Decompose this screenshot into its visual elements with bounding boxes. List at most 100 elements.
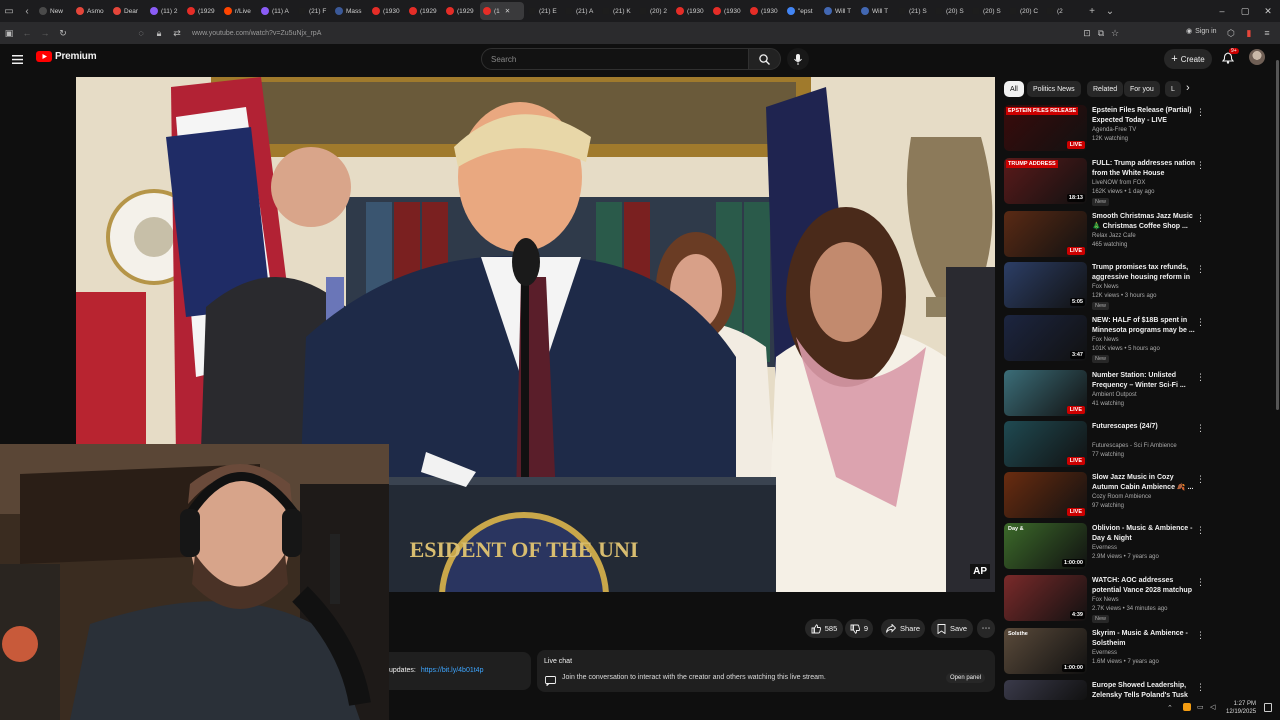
recommendation-item[interactable]: Day & 1:00:00 Oblivion - Music & Ambience … [1004, 523, 1209, 571]
browser-tab[interactable]: (1929 [184, 2, 220, 20]
recommendation-title[interactable]: NEW: HALF of $18B spent in Minnesota pro… [1092, 316, 1196, 336]
browser-tab[interactable]: (1930 [747, 2, 783, 20]
back-icon[interactable]: ← [18, 22, 36, 44]
browser-tab[interactable]: (11) A [258, 2, 294, 20]
search-input[interactable]: Search [481, 48, 749, 70]
like-button[interactable]: 585 [805, 619, 843, 638]
filter-chip[interactable]: Related [1087, 81, 1124, 97]
browser-tab[interactable]: Dear [110, 2, 146, 20]
browser-tab[interactable]: (1929 [443, 2, 479, 20]
browser-tab[interactable]: (20) S [969, 2, 1005, 20]
url-field[interactable]: www.youtube.com/watch?v=Zu5uNjx_rpA [192, 30, 321, 37]
more-options-icon[interactable]: ⋮ [1196, 372, 1205, 383]
recommendation-title[interactable]: Number Station: Unlisted Frequency – Win… [1092, 371, 1196, 391]
filter-chip[interactable]: L [1165, 81, 1181, 97]
browser-tab[interactable]: (1930 [710, 2, 746, 20]
browser-menu-icon[interactable]: ≡ [1258, 22, 1276, 44]
filter-chip[interactable]: All [1004, 81, 1024, 97]
recommendation-title[interactable]: Skyrim - Music & Ambience - Solstheim [1092, 629, 1196, 649]
channel-name[interactable]: Fox News [1092, 337, 1119, 343]
tab-list-icon[interactable]: ⌄ [1101, 0, 1119, 22]
video-thumbnail[interactable]: Solsthe 1:00:00 [1004, 628, 1087, 674]
video-thumbnail[interactable]: Day & 1:00:00 [1004, 523, 1087, 569]
filter-chip[interactable]: Politics News [1027, 81, 1081, 97]
more-options-icon[interactable]: ⋮ [1196, 423, 1205, 434]
recommendation-title[interactable]: WATCH: AOC addresses potential Vance 202… [1092, 576, 1196, 596]
recommendation-title[interactable]: Oblivion - Music & Ambience - Day & Nigh… [1092, 524, 1196, 544]
recommendation-item[interactable]: 5:05 Trump promises tax refunds, aggressi… [1004, 262, 1209, 310]
reload-icon[interactable]: ↻ [54, 22, 72, 44]
network-icon[interactable]: ▭ [1197, 703, 1204, 711]
more-options-icon[interactable]: ⋮ [1196, 213, 1205, 224]
sidebar-toggle-icon[interactable]: ▣ [0, 22, 18, 44]
minimize-icon[interactable]: – [1210, 0, 1234, 22]
notifications-button[interactable]: 9+ [1221, 48, 1239, 65]
more-options-icon[interactable]: ⋮ [1196, 160, 1205, 171]
video-thumbnail[interactable]: EPSTEIN FILES RELEASE LIVE [1004, 105, 1087, 151]
page-scrollbar[interactable] [1276, 60, 1279, 410]
chips-next-icon[interactable]: › [1186, 82, 1190, 94]
recommendation-item[interactable]: 3:47 NEW: HALF of $18B spent in Minnesota… [1004, 315, 1209, 363]
notification-center-icon[interactable] [1264, 703, 1272, 712]
browser-tab[interactable]: (21) A [562, 2, 598, 20]
recommendation-item[interactable]: Solsthe 1:00:00 Skyrim - Music & Ambience … [1004, 628, 1209, 676]
channel-name[interactable]: Fox News [1092, 284, 1119, 290]
more-options-icon[interactable]: ⋮ [1196, 317, 1205, 328]
browser-tab[interactable]: r/Live [221, 2, 257, 20]
tray-chevron-icon[interactable]: ⌃ [1167, 704, 1173, 712]
browser-tab[interactable]: Will T [821, 2, 857, 20]
video-thumbnail[interactable]: LIVE [1004, 472, 1087, 518]
video-thumbnail[interactable]: 5:05 [1004, 262, 1087, 308]
search-button[interactable] [748, 48, 781, 70]
browser-tab[interactable]: "epst [784, 2, 820, 20]
video-thumbnail[interactable] [1004, 680, 1087, 700]
more-options-icon[interactable]: ⋮ [1196, 107, 1205, 118]
browser-tab[interactable]: (21) E [525, 2, 561, 20]
more-options-icon[interactable]: ⋮ [1196, 474, 1205, 485]
description-link[interactable]: https://bit.ly/4b01t4p [421, 667, 484, 674]
share-button[interactable]: Share [881, 619, 925, 638]
more-options-icon[interactable]: ⋮ [1196, 577, 1205, 588]
browser-tab[interactable]: (20) S [932, 2, 968, 20]
recommendation-item[interactable]: LIVE Smooth Christmas Jazz Music 🎄 Christ… [1004, 211, 1209, 259]
new-tab-icon[interactable]: + [1083, 0, 1101, 22]
filter-chip[interactable]: For you [1124, 81, 1160, 97]
more-actions-button[interactable]: ⋯ [977, 619, 995, 638]
browser-tab[interactable]: (1929 [406, 2, 442, 20]
maximize-icon[interactable]: ▢ [1233, 0, 1257, 22]
extension-badge-icon[interactable]: ▮ [1240, 22, 1258, 44]
browser-tab[interactable]: (21) S [895, 2, 931, 20]
more-options-icon[interactable]: ⋮ [1196, 264, 1205, 275]
channel-name[interactable]: Agenda-Free TV [1092, 127, 1136, 133]
taskbar-clock[interactable]: 1:27 PM 12/19/2025 [1226, 700, 1256, 716]
browser-tab[interactable]: (1930 [369, 2, 405, 20]
site-settings-icon[interactable]: ⇄ [168, 22, 186, 44]
channel-name[interactable]: Ambient Outpost [1092, 392, 1137, 398]
close-tab-icon[interactable]: ✕ [505, 7, 510, 15]
browser-tab[interactable]: New [36, 2, 72, 20]
more-options-icon[interactable]: ⋮ [1196, 682, 1205, 693]
video-thumbnail[interactable]: 3:47 [1004, 315, 1087, 361]
recommendation-title[interactable]: Europe Showed Leadership, Zelensky Tells… [1092, 681, 1196, 701]
recommendation-item[interactable]: LIVE Futurescapes (24/7) Futurescapes - Sc… [1004, 421, 1209, 469]
video-thumbnail[interactable]: 4:39 [1004, 575, 1087, 621]
recommendation-item[interactable]: EPSTEIN FILES RELEASE LIVE Epstein Files R… [1004, 105, 1209, 153]
channel-name[interactable]: Relax Jazz Cafe [1092, 233, 1136, 239]
browser-tab[interactable]: (21) K [599, 2, 635, 20]
recommendation-title[interactable]: FULL: Trump addresses nation from the Wh… [1092, 159, 1196, 179]
channel-name[interactable]: Futurescapes - Sci Fi Ambience [1092, 443, 1177, 449]
recommendation-item[interactable]: TRUMP ADDRESS 18:13 FULL: Trump addresses … [1004, 158, 1209, 206]
channel-name[interactable]: Cozy Room Ambience [1092, 494, 1151, 500]
browser-tab[interactable]: (20) 2 [636, 2, 672, 20]
recommendation-title[interactable]: Smooth Christmas Jazz Music 🎄 Christmas … [1092, 212, 1196, 232]
recommendation-item[interactable]: Europe Showed Leadership, Zelensky Tells… [1004, 680, 1209, 700]
channel-name[interactable]: Everness [1092, 545, 1117, 551]
youtube-logo[interactable]: Premium [36, 51, 97, 62]
save-button[interactable]: Save [931, 619, 973, 638]
browser-tab[interactable]: Will T [858, 2, 894, 20]
open-chat-panel-button[interactable]: Open panel [946, 673, 986, 683]
avatar[interactable] [1249, 49, 1265, 65]
forward-icon[interactable]: → [36, 22, 54, 44]
create-button[interactable]: + Create [1164, 49, 1212, 69]
close-window-icon[interactable]: ✕ [1256, 0, 1280, 22]
